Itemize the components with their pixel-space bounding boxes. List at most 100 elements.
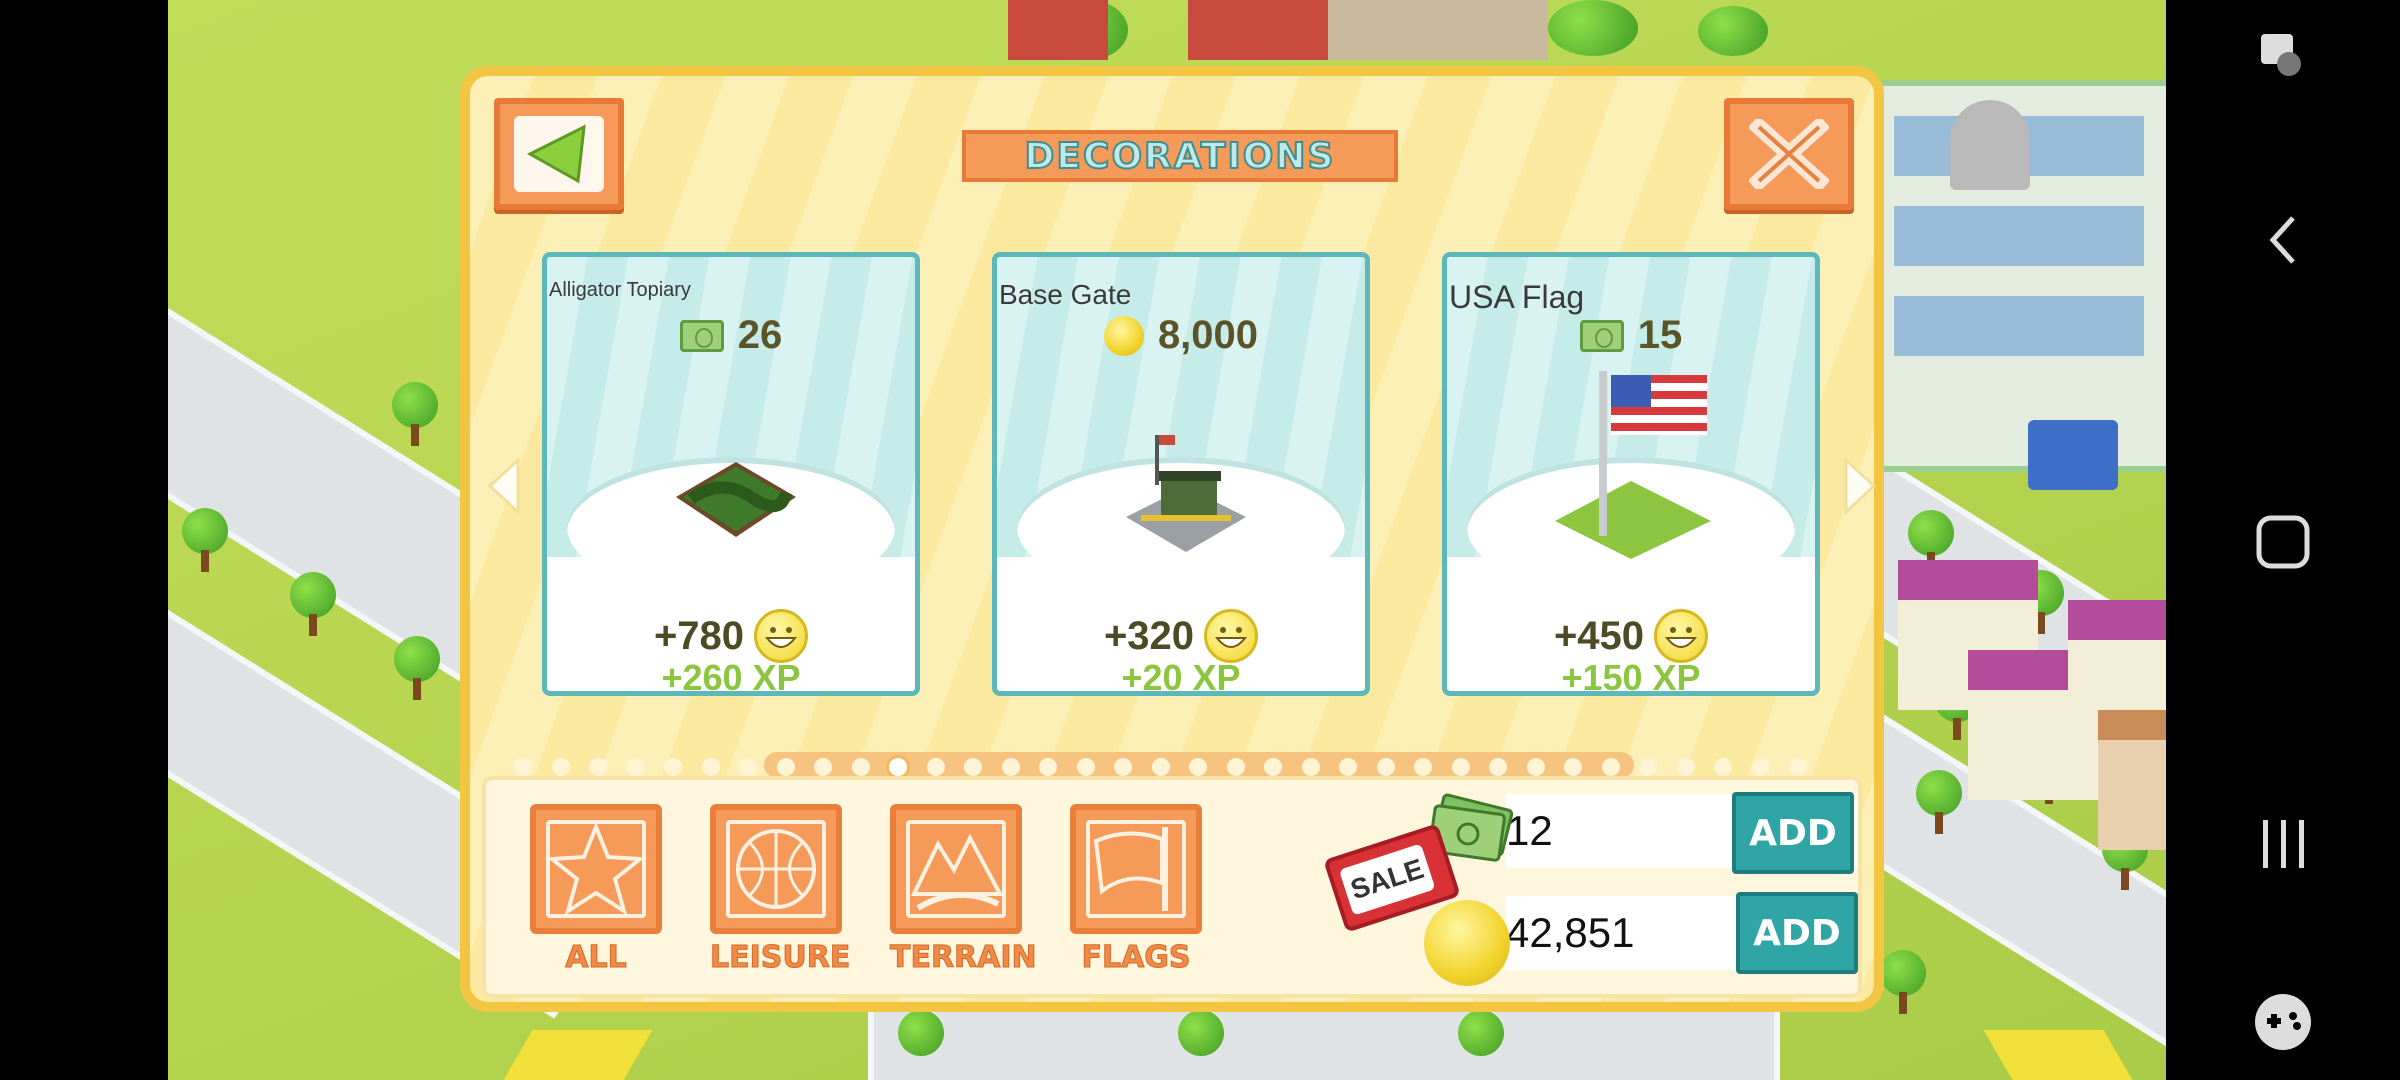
page-dot[interactable]	[1264, 758, 1282, 776]
category-leisure-button[interactable]: LEISURE	[710, 804, 851, 976]
tree	[394, 636, 440, 700]
category-label: FLAGS	[1081, 940, 1191, 976]
page-dot[interactable]	[1339, 758, 1357, 776]
page-dot[interactable]	[1414, 758, 1432, 776]
usa-flag-image	[1555, 371, 1711, 559]
page-dot[interactable]	[1226, 758, 1245, 776]
building	[1008, 0, 1108, 60]
road	[868, 1000, 1780, 1080]
price-value: 15	[1637, 313, 1683, 357]
back-arrow-icon	[514, 116, 604, 192]
back-icon[interactable]	[2243, 200, 2323, 280]
category-flags-button[interactable]: FLAGS	[1070, 804, 1202, 976]
close-button[interactable]	[1724, 98, 1854, 210]
arrow-marker	[1983, 1030, 2133, 1080]
page-dot[interactable]	[664, 758, 682, 776]
shop-footer: ALL LEISURE TERRAIN FLAGS 12 ADD 42,851 …	[482, 776, 1862, 998]
item-card-base-gate[interactable]: Base Gate 8,000 +320 +20 XP	[992, 252, 1370, 696]
back-button[interactable]	[494, 98, 624, 210]
smiley-icon	[754, 609, 809, 663]
next-page-icon	[1844, 456, 1877, 516]
category-label: LEISURE	[710, 940, 851, 976]
page-dot[interactable]	[514, 758, 532, 776]
price-value: 26	[737, 313, 783, 357]
page-dot[interactable]	[1489, 758, 1507, 776]
page-dot[interactable]	[1076, 758, 1095, 776]
happiness-reward: +320	[997, 609, 1365, 663]
xp-reward: +260 XP	[661, 657, 801, 696]
page-dot[interactable]	[1151, 758, 1170, 776]
tree	[182, 508, 228, 572]
water-tower	[1950, 100, 2030, 190]
coins-balance: 42,851	[1506, 909, 1635, 956]
home-icon[interactable]	[2243, 502, 2323, 582]
happiness-reward: +780	[547, 609, 915, 663]
page-dot[interactable]	[1714, 758, 1732, 776]
page-dot[interactable]	[589, 758, 607, 776]
page-dot[interactable]	[551, 758, 570, 776]
tree	[1178, 1010, 1224, 1056]
page-dot[interactable]	[1564, 758, 1582, 776]
page-dot[interactable]	[701, 758, 720, 776]
price-value: 8,000	[1157, 313, 1259, 357]
recents-icon[interactable]	[2243, 804, 2323, 884]
house	[2098, 710, 2166, 850]
item-price: 26	[547, 313, 915, 358]
cash-icon	[679, 319, 724, 352]
close-icon	[1744, 116, 1834, 192]
item-name: Base Gate	[999, 279, 1132, 310]
cash-balance-row: 12 ADD	[1506, 792, 1858, 874]
happiness-value: +320	[1103, 613, 1195, 658]
page-dot[interactable]	[1601, 758, 1620, 776]
cash-icon	[1579, 319, 1624, 352]
truck	[2028, 420, 2118, 490]
page-dot[interactable]	[1001, 758, 1020, 776]
page-dot[interactable]	[1114, 758, 1132, 776]
page-dot[interactable]	[1639, 758, 1657, 776]
page-dot[interactable]	[1526, 758, 1545, 776]
tree	[1916, 770, 1962, 834]
prev-page-icon	[487, 456, 520, 516]
smiley-icon	[1654, 609, 1709, 663]
page-title: DECORATIONS	[1024, 135, 1336, 178]
add-cash-button[interactable]: ADD	[1732, 792, 1854, 874]
decorations-shop-panel: DECORATIONS Alligator Topiary 26 +780 +2…	[460, 66, 1884, 1012]
tree	[1880, 950, 1926, 1014]
page-dot[interactable]	[1039, 758, 1057, 776]
page-dot[interactable]	[1189, 758, 1207, 776]
page-dot[interactable]	[814, 758, 832, 776]
xp-reward: +150 XP	[1561, 657, 1701, 696]
page-dot[interactable]	[1751, 758, 1770, 776]
page-dot[interactable]	[1451, 758, 1470, 776]
item-card-alligator-topiary[interactable]: Alligator Topiary 26 +780 +260 XP	[542, 252, 920, 696]
base-gate-image	[1126, 435, 1246, 552]
category-all-button[interactable]: ALL	[530, 804, 662, 976]
add-coins-button[interactable]: ADD	[1736, 892, 1858, 974]
page-dot[interactable]	[739, 758, 757, 776]
item-name: USA Flag	[1449, 279, 1585, 315]
building	[1328, 0, 1548, 60]
page-dot[interactable]	[1376, 758, 1395, 776]
screenshot-icon[interactable]	[2243, 16, 2323, 96]
item-card-usa-flag[interactable]: USA Flag 15 +450 +150 XP	[1442, 252, 1820, 696]
page-dot[interactable]	[626, 758, 645, 776]
category-terrain-button[interactable]: TERRAIN	[890, 804, 1038, 976]
item-price: 8,000	[997, 313, 1365, 358]
game-launcher-icon[interactable]	[2243, 982, 2323, 1062]
page-dot[interactable]	[851, 758, 870, 776]
prev-page-button[interactable]	[484, 456, 524, 516]
page-dot[interactable]	[926, 758, 945, 776]
page-dot[interactable]	[1301, 758, 1320, 776]
tree	[392, 382, 438, 446]
page-dot[interactable]	[1676, 758, 1695, 776]
smiley-icon	[1204, 609, 1259, 663]
item-name: Alligator Topiary	[549, 279, 691, 301]
page-dot-active[interactable]	[889, 758, 907, 776]
page-dot[interactable]	[1789, 758, 1807, 776]
page-dot[interactable]	[776, 758, 795, 776]
next-page-button[interactable]	[1840, 456, 1880, 516]
item-price: 15	[1447, 313, 1815, 358]
title-banner: DECORATIONS	[962, 130, 1398, 182]
page-dot[interactable]	[964, 758, 982, 776]
category-label: TERRAIN	[890, 940, 1038, 976]
